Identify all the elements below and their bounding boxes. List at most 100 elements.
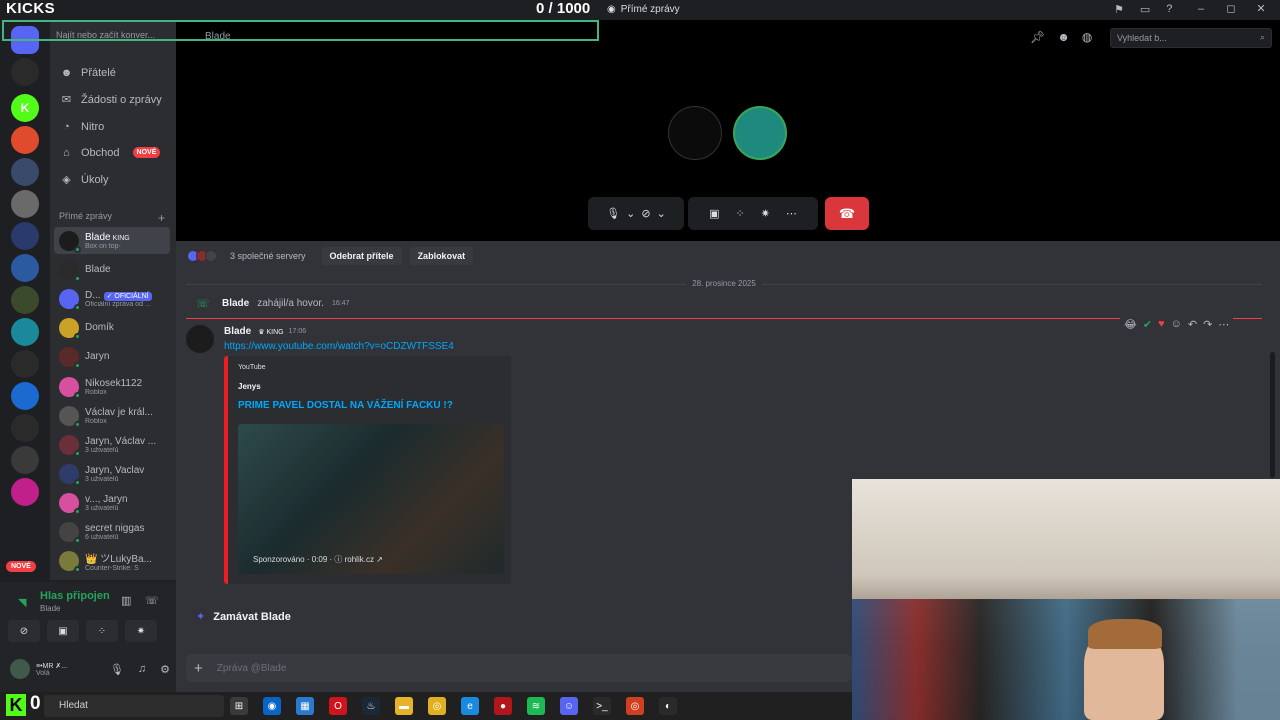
help-icon[interactable]: ? bbox=[1166, 3, 1172, 16]
laugh-reaction-icon[interactable]: 😂︎ bbox=[1124, 318, 1137, 331]
forward-icon[interactable]: ↷ bbox=[1203, 318, 1212, 331]
heart-reaction-icon[interactable]: ♥ bbox=[1158, 318, 1165, 331]
add-attachment-icon[interactable]: + bbox=[194, 660, 203, 677]
nav-message-requests[interactable]: ✉ Žádosti o zprávy bbox=[60, 93, 162, 107]
server-icon[interactable] bbox=[11, 446, 39, 474]
profile-icon[interactable]: ◍ bbox=[1082, 30, 1092, 44]
dm-item[interactable]: Jaryn, Václav ... 3 uživatelů bbox=[54, 431, 170, 458]
folder-icon[interactable]: ▬ bbox=[395, 697, 413, 715]
wave-button[interactable]: ✦ Zamávat Blade bbox=[196, 610, 291, 624]
more-icon[interactable]: ⋯ bbox=[1218, 318, 1229, 331]
server-icon[interactable] bbox=[11, 318, 39, 346]
outlook-icon[interactable]: ◉ bbox=[263, 697, 281, 715]
taskbar-search[interactable]: Hledat bbox=[44, 695, 224, 717]
screen-share-button[interactable]: ▣ bbox=[47, 620, 79, 642]
embed-provider[interactable]: YouTube bbox=[238, 364, 266, 371]
pin-icon[interactable]: 📌︎ bbox=[1030, 30, 1045, 44]
server-icon[interactable] bbox=[11, 286, 39, 314]
dm-item[interactable]: Jaryn, Vaclav 3 uživatelů bbox=[54, 460, 170, 487]
activities-icon[interactable]: ⁘ bbox=[735, 207, 744, 220]
add-dm-button[interactable]: + bbox=[158, 211, 165, 225]
avatar[interactable] bbox=[10, 659, 30, 679]
dm-item[interactable]: Jaryn bbox=[54, 343, 170, 370]
dm-item[interactable]: 👑 ツLukyBa... Counter-Strike: S bbox=[54, 547, 170, 574]
camera-off-button[interactable]: ⊘ bbox=[8, 620, 40, 642]
nav-friends[interactable]: ☻ Přátelé bbox=[60, 66, 116, 79]
store-icon[interactable]: ▦ bbox=[296, 697, 314, 715]
chevron-down-icon[interactable]: ⌄ bbox=[626, 207, 635, 220]
minimize-button[interactable]: – bbox=[1188, 3, 1214, 15]
noise-suppression-icon[interactable]: ▥ bbox=[121, 594, 131, 607]
maximize-button[interactable]: ◻ bbox=[1218, 2, 1244, 15]
task-view-icon[interactable]: ⊞ bbox=[230, 697, 248, 715]
spotify-icon[interactable]: ≋ bbox=[527, 697, 545, 715]
server-icon[interactable] bbox=[11, 382, 39, 410]
steam-icon[interactable]: ♨ bbox=[362, 697, 380, 715]
add-reaction-icon[interactable]: ☺ bbox=[1171, 318, 1182, 331]
edge-icon[interactable]: e bbox=[461, 697, 479, 715]
server-icon[interactable] bbox=[11, 190, 39, 218]
system-author[interactable]: Blade bbox=[222, 298, 249, 309]
server-icon[interactable] bbox=[11, 478, 39, 506]
dm-item[interactable]: Domík bbox=[54, 314, 170, 341]
call-search-input[interactable]: Vyhledat b... ⌕ bbox=[1110, 28, 1272, 48]
message-input[interactable] bbox=[216, 662, 717, 674]
nav-nitro[interactable]: ◔ Nitro bbox=[60, 120, 104, 133]
chrome-alt-icon[interactable]: ◎ bbox=[626, 697, 644, 715]
server-icon[interactable] bbox=[11, 222, 39, 250]
server-icon[interactable] bbox=[11, 158, 39, 186]
dm-item[interactable]: Václav je král... Roblox bbox=[54, 402, 170, 429]
check-reaction-icon[interactable]: ✔ bbox=[1143, 318, 1152, 331]
end-call-button[interactable]: ☎ bbox=[825, 197, 869, 230]
camera-off-icon[interactable]: ⊘ bbox=[641, 207, 650, 220]
server-icon[interactable] bbox=[11, 414, 39, 442]
screen-icon[interactable]: ▭ bbox=[1140, 3, 1150, 16]
dm-item[interactable]: D... ✓ OFICIÁLNÍ Oficiální zpráva od ... bbox=[54, 285, 170, 312]
message-link[interactable]: https://www.youtube.com/watch?v=oCDZWTFS… bbox=[224, 341, 454, 352]
microphone-icon[interactable]: 🎙︎ bbox=[110, 663, 124, 676]
server-icon[interactable] bbox=[11, 126, 39, 154]
chevron-down-icon[interactable]: ⌄ bbox=[657, 207, 666, 220]
app-red-icon[interactable]: ● bbox=[494, 697, 512, 715]
mutual-servers-label[interactable]: 3 společné servery bbox=[230, 251, 306, 261]
dm-item[interactable]: Blade KING Box on top- bbox=[54, 227, 170, 254]
embed-title[interactable]: PRIME PAVEL DOSTAL NA VÁŽENÍ FACKU !? bbox=[238, 400, 453, 411]
terminal-icon[interactable]: >_ bbox=[593, 697, 611, 715]
microphone-icon[interactable]: 🎙︎ bbox=[606, 207, 620, 220]
server-icon[interactable] bbox=[11, 254, 39, 282]
opera-icon[interactable]: O bbox=[329, 697, 347, 715]
dm-item[interactable]: Blade bbox=[54, 256, 170, 283]
screen-share-icon[interactable]: ▣ bbox=[709, 207, 719, 220]
nav-shop[interactable]: ⌂ Obchod NOVÉ bbox=[60, 146, 161, 159]
soundboard-button[interactable]: ✷ bbox=[125, 620, 157, 642]
nav-quests[interactable]: ◈ Úkoly bbox=[60, 173, 108, 187]
participant-avatar[interactable] bbox=[733, 106, 787, 160]
dm-item[interactable]: Nikosek1122 Roblox bbox=[54, 373, 170, 400]
more-icon[interactable]: ⋯ bbox=[786, 207, 797, 220]
close-button[interactable]: ✕ bbox=[1248, 2, 1274, 15]
disconnect-icon[interactable]: ☏ bbox=[145, 594, 159, 607]
server-icon[interactable]: K bbox=[11, 94, 39, 122]
message-author[interactable]: Blade bbox=[224, 326, 251, 337]
discord-icon[interactable]: ☺ bbox=[560, 697, 578, 715]
reply-icon[interactable]: ↶ bbox=[1188, 318, 1197, 331]
dm-item[interactable]: secret niggas 6 uživatelů bbox=[54, 518, 170, 545]
obs-icon[interactable]: ◐ bbox=[659, 697, 677, 715]
server-icon[interactable] bbox=[11, 350, 39, 378]
soundboard-icon[interactable]: ✷ bbox=[761, 207, 770, 220]
block-button[interactable]: Zablokovat bbox=[409, 247, 474, 265]
remove-friend-button[interactable]: Odebrat přítele bbox=[321, 247, 402, 265]
gear-icon[interactable]: ⚙ bbox=[160, 663, 170, 676]
flag-icon[interactable]: ⚑ bbox=[1114, 3, 1124, 16]
chat-scrollbar[interactable] bbox=[1270, 352, 1275, 478]
chrome-icon[interactable]: ◎ bbox=[428, 697, 446, 715]
avatar[interactable] bbox=[186, 325, 214, 353]
participant-avatar[interactable] bbox=[668, 106, 722, 160]
headphones-icon[interactable]: ♫ bbox=[138, 663, 146, 676]
embed-author[interactable]: Jenys bbox=[238, 382, 261, 391]
server-icon[interactable] bbox=[11, 58, 39, 86]
activities-button[interactable]: ⁘ bbox=[86, 620, 118, 642]
dm-item[interactable]: v..., Jaryn 3 uživatelů bbox=[54, 489, 170, 516]
video-thumbnail[interactable]: Sponzorováno · 0:09 · ⓘ rohlik.cz ↗ bbox=[238, 424, 504, 574]
add-friends-icon[interactable]: ☻ bbox=[1057, 30, 1070, 44]
